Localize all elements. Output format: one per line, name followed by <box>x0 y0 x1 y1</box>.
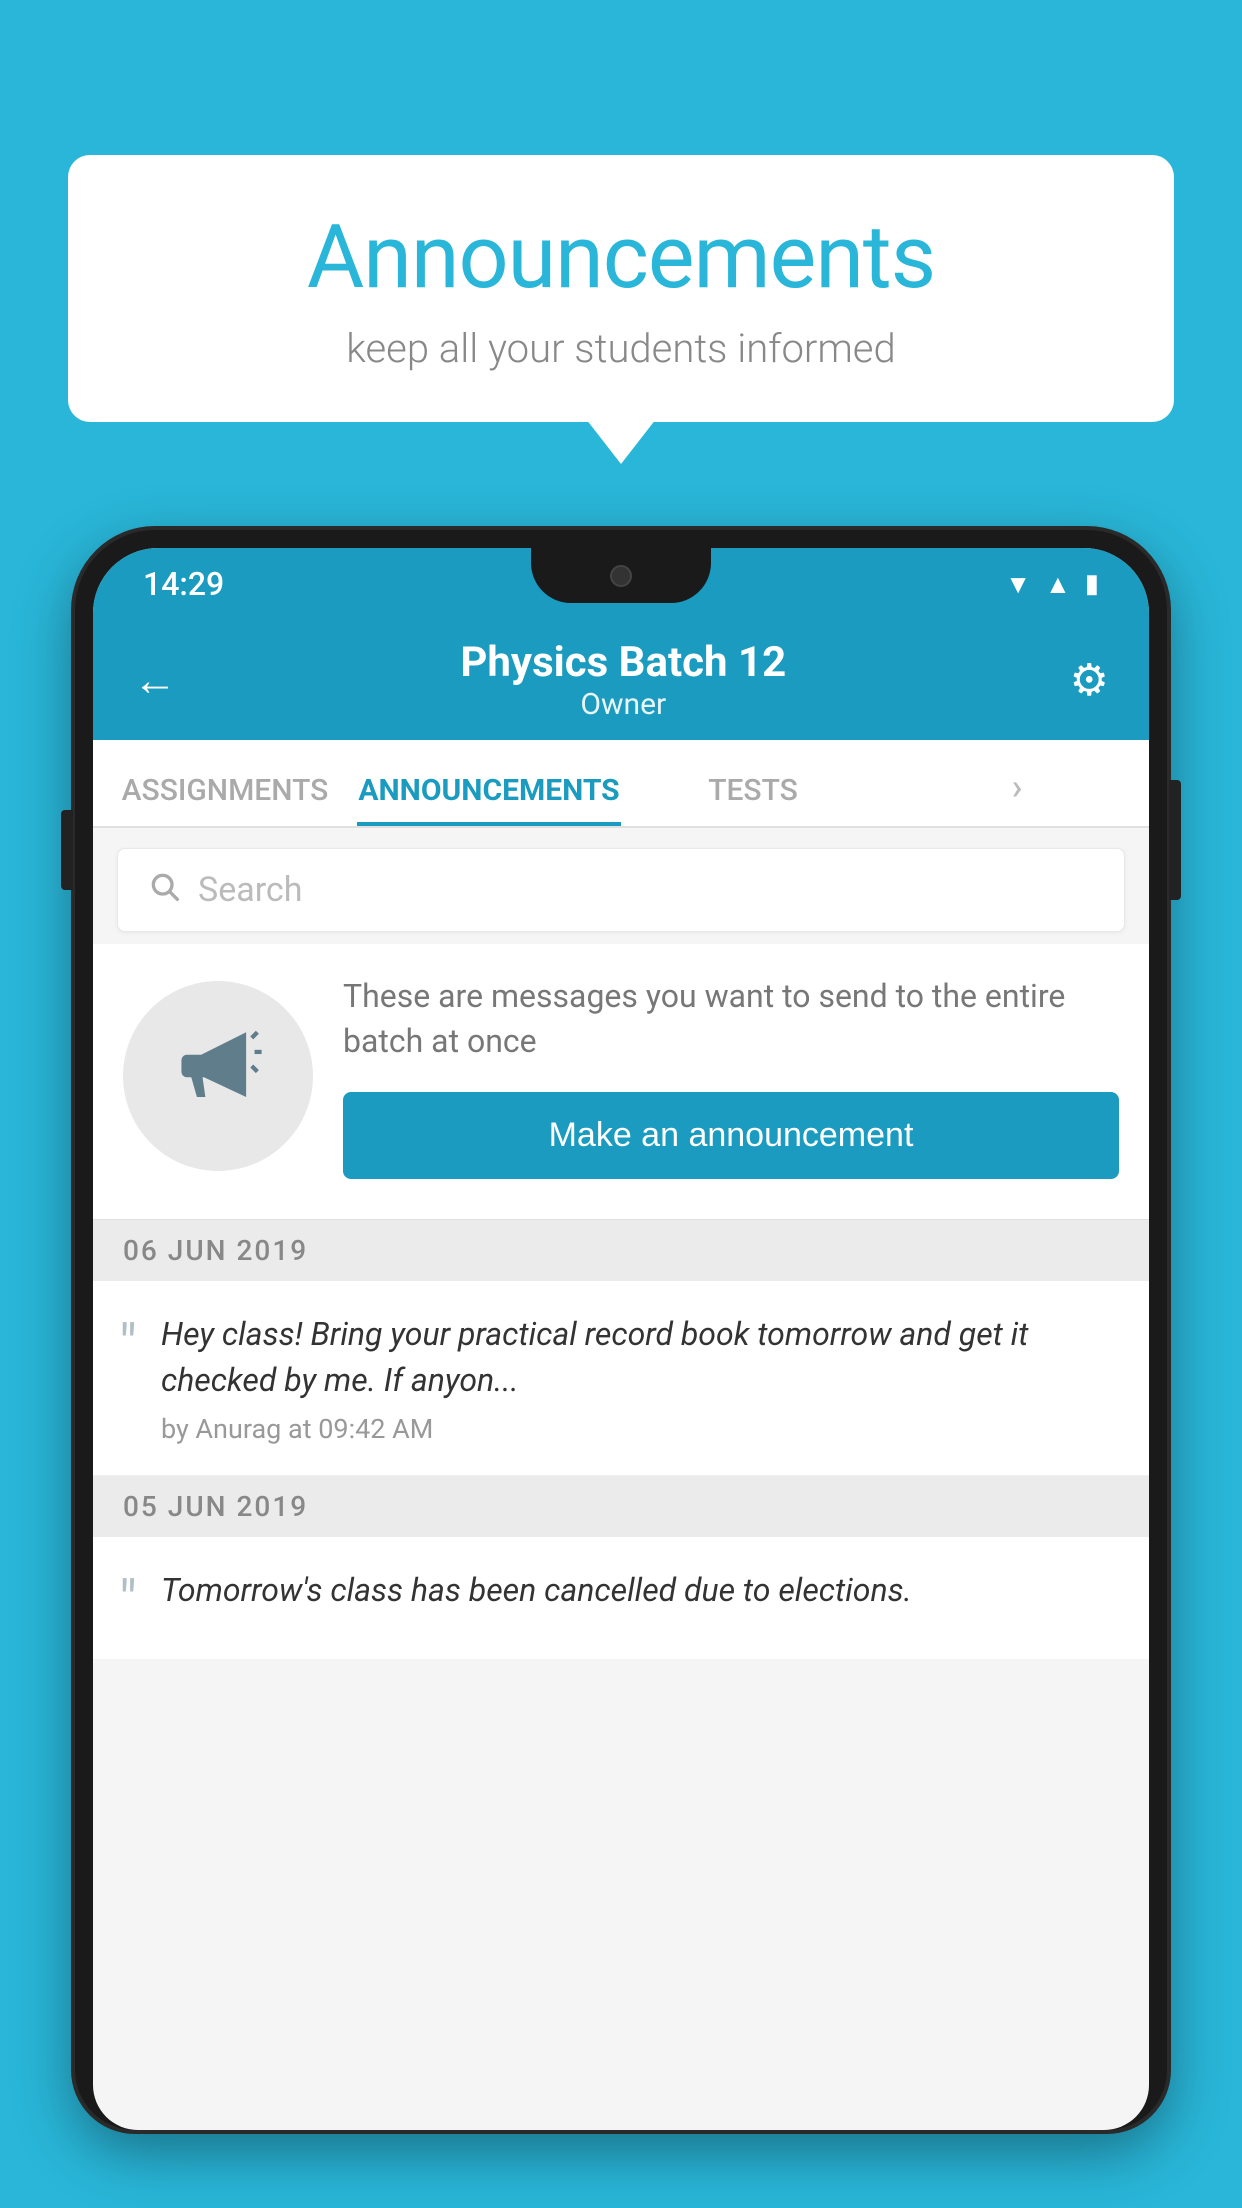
status-time: 14:29 <box>143 565 224 603</box>
announcement-item-1[interactable]: " Hey class! Bring your practical record… <box>93 1281 1149 1477</box>
announcement-content-2: Tomorrow's class has been cancelled due … <box>161 1567 1119 1613</box>
date-separator-2: 05 JUN 2019 <box>93 1476 1149 1537</box>
tab-assignments[interactable]: ASSIGNMENTS <box>93 773 357 826</box>
app-bar-center: Physics Batch 12 Owner <box>460 638 786 722</box>
speech-bubble-title: Announcements <box>128 210 1114 307</box>
speech-bubble-section: Announcements keep all your students inf… <box>68 155 1174 422</box>
speech-bubble-subtitle: keep all your students informed <box>128 325 1114 372</box>
promo-section: These are messages you want to send to t… <box>93 944 1149 1220</box>
speech-bubble-card: Announcements keep all your students inf… <box>68 155 1174 422</box>
promo-icon-circle <box>123 981 313 1171</box>
wifi-icon: ▼ <box>1005 569 1031 600</box>
make-announcement-button[interactable]: Make an announcement <box>343 1092 1119 1179</box>
quote-icon-2: " <box>119 1573 137 1629</box>
back-button[interactable]: ← <box>133 654 177 706</box>
announcement-item-2[interactable]: " Tomorrow's class has been cancelled du… <box>93 1537 1149 1659</box>
tab-tests[interactable]: TESTS <box>621 773 885 826</box>
app-bar: ← Physics Batch 12 Owner ⚙ <box>93 620 1149 740</box>
quote-icon-1: " <box>119 1317 137 1373</box>
announcement-text-2: Tomorrow's class has been cancelled due … <box>161 1567 1119 1613</box>
phone-outer: 14:29 ▼ ▲ ▮ ← Physics Batch 12 Owner ⚙ <box>75 530 1167 2130</box>
phone-screen: 14:29 ▼ ▲ ▮ ← Physics Batch 12 Owner ⚙ <box>93 548 1149 2130</box>
promo-right: These are messages you want to send to t… <box>343 974 1119 1179</box>
tab-more[interactable]: › <box>885 766 1149 826</box>
announcement-meta-1: by Anurag at 09:42 AM <box>161 1413 1119 1445</box>
announcement-content-1: Hey class! Bring your practical record b… <box>161 1311 1119 1446</box>
promo-description: These are messages you want to send to t… <box>343 974 1119 1064</box>
gear-icon[interactable]: ⚙ <box>1070 654 1109 706</box>
megaphone-icon <box>173 1021 263 1131</box>
tabs-bar: ASSIGNMENTS ANNOUNCEMENTS TESTS › <box>93 740 1149 828</box>
notch <box>531 548 711 603</box>
app-bar-subtitle: Owner <box>460 687 786 722</box>
camera-dot <box>610 565 632 587</box>
phone-mockup: 14:29 ▼ ▲ ▮ ← Physics Batch 12 Owner ⚙ <box>75 530 1167 2208</box>
search-placeholder: Search <box>198 870 302 910</box>
status-icons: ▼ ▲ ▮ <box>1005 569 1099 600</box>
battery-icon: ▮ <box>1085 569 1099 599</box>
signal-icon: ▲ <box>1045 569 1071 600</box>
search-icon <box>148 869 180 911</box>
status-bar: 14:29 ▼ ▲ ▮ <box>93 548 1149 620</box>
search-bar[interactable]: Search <box>117 848 1125 932</box>
tab-announcements[interactable]: ANNOUNCEMENTS <box>357 773 621 826</box>
date-separator-1: 06 JUN 2019 <box>93 1220 1149 1281</box>
app-bar-title: Physics Batch 12 <box>460 638 786 687</box>
announcement-text-1: Hey class! Bring your practical record b… <box>161 1311 1119 1404</box>
